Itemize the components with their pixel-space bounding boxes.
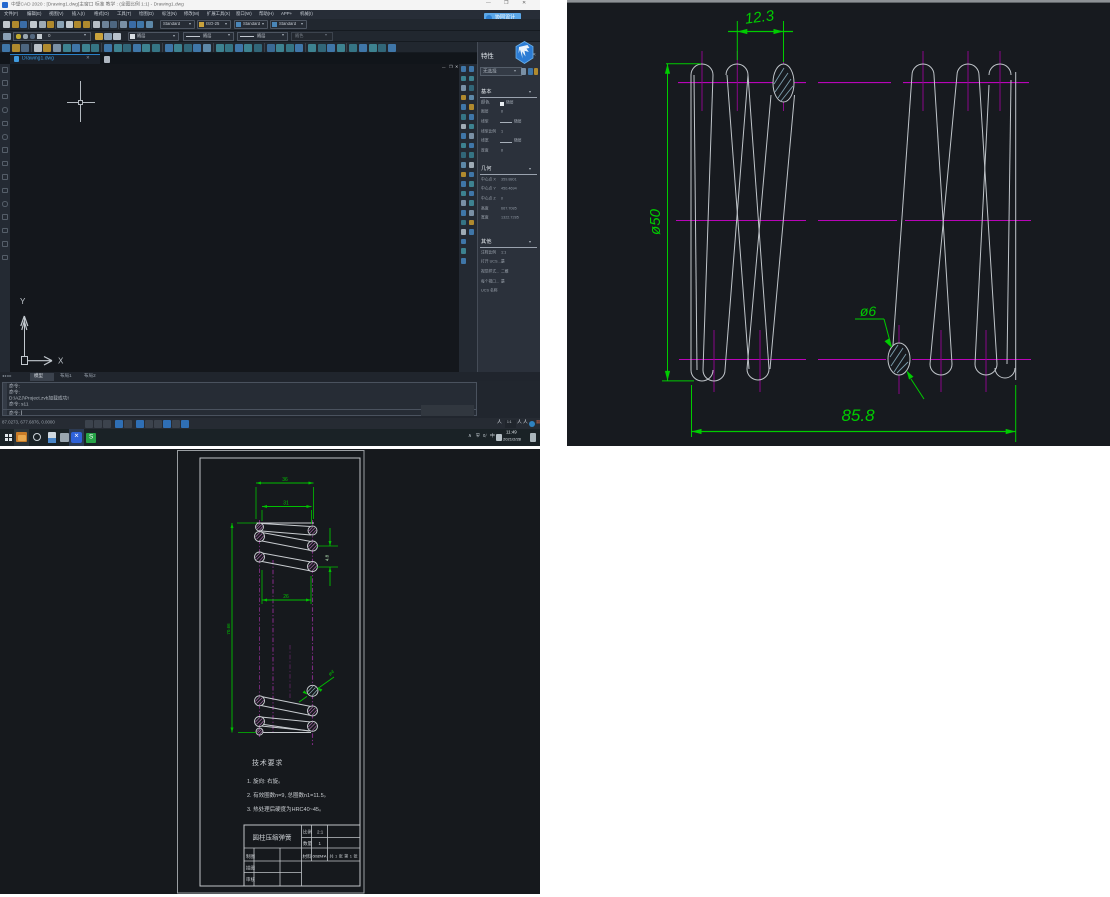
svg-text:审核: 审核 <box>246 876 255 883</box>
svg-text:1. 旋向: 右旋。: 1. 旋向: 右旋。 <box>247 777 284 785</box>
svg-text:4.8: 4.8 <box>325 554 330 561</box>
svg-text:共 1 张 第 1 张: 共 1 张 第 1 张 <box>330 853 358 859</box>
svg-text:描图: 描图 <box>246 865 255 872</box>
svg-text:材料: 材料 <box>303 853 312 860</box>
svg-text:31: 31 <box>283 501 289 507</box>
svg-text:12.3: 12.3 <box>744 7 776 28</box>
svg-text:X: X <box>58 357 64 366</box>
svg-text:2. 有效圈数n=9, 总圈数n1=11.5。: 2. 有效圈数n=9, 总圈数n1=11.5。 <box>247 791 329 799</box>
svg-text:技术要求: 技术要求 <box>252 758 283 767</box>
svg-text:制图: 制图 <box>246 853 255 860</box>
svg-text:3. 热处理后硬度为HRC40~45。: 3. 热处理后硬度为HRC40~45。 <box>247 805 324 813</box>
svg-text:85.8: 85.8 <box>841 406 875 425</box>
svg-text:60Si2MnA: 60Si2MnA <box>313 855 327 859</box>
svg-text:26: 26 <box>283 594 289 600</box>
svg-text:ø50: ø50 <box>647 208 664 235</box>
svg-text:Y: Y <box>20 297 26 306</box>
svg-text:70.66: 70.66 <box>226 623 231 635</box>
svg-text:数量: 数量 <box>303 840 312 847</box>
svg-text:圆柱压缩弹簧: 圆柱压缩弹簧 <box>253 833 293 842</box>
svg-text:比例: 比例 <box>303 829 312 836</box>
svg-text:2:1: 2:1 <box>317 830 324 835</box>
svg-text:ø6: ø6 <box>860 303 877 319</box>
svg-text:36: 36 <box>282 477 288 483</box>
